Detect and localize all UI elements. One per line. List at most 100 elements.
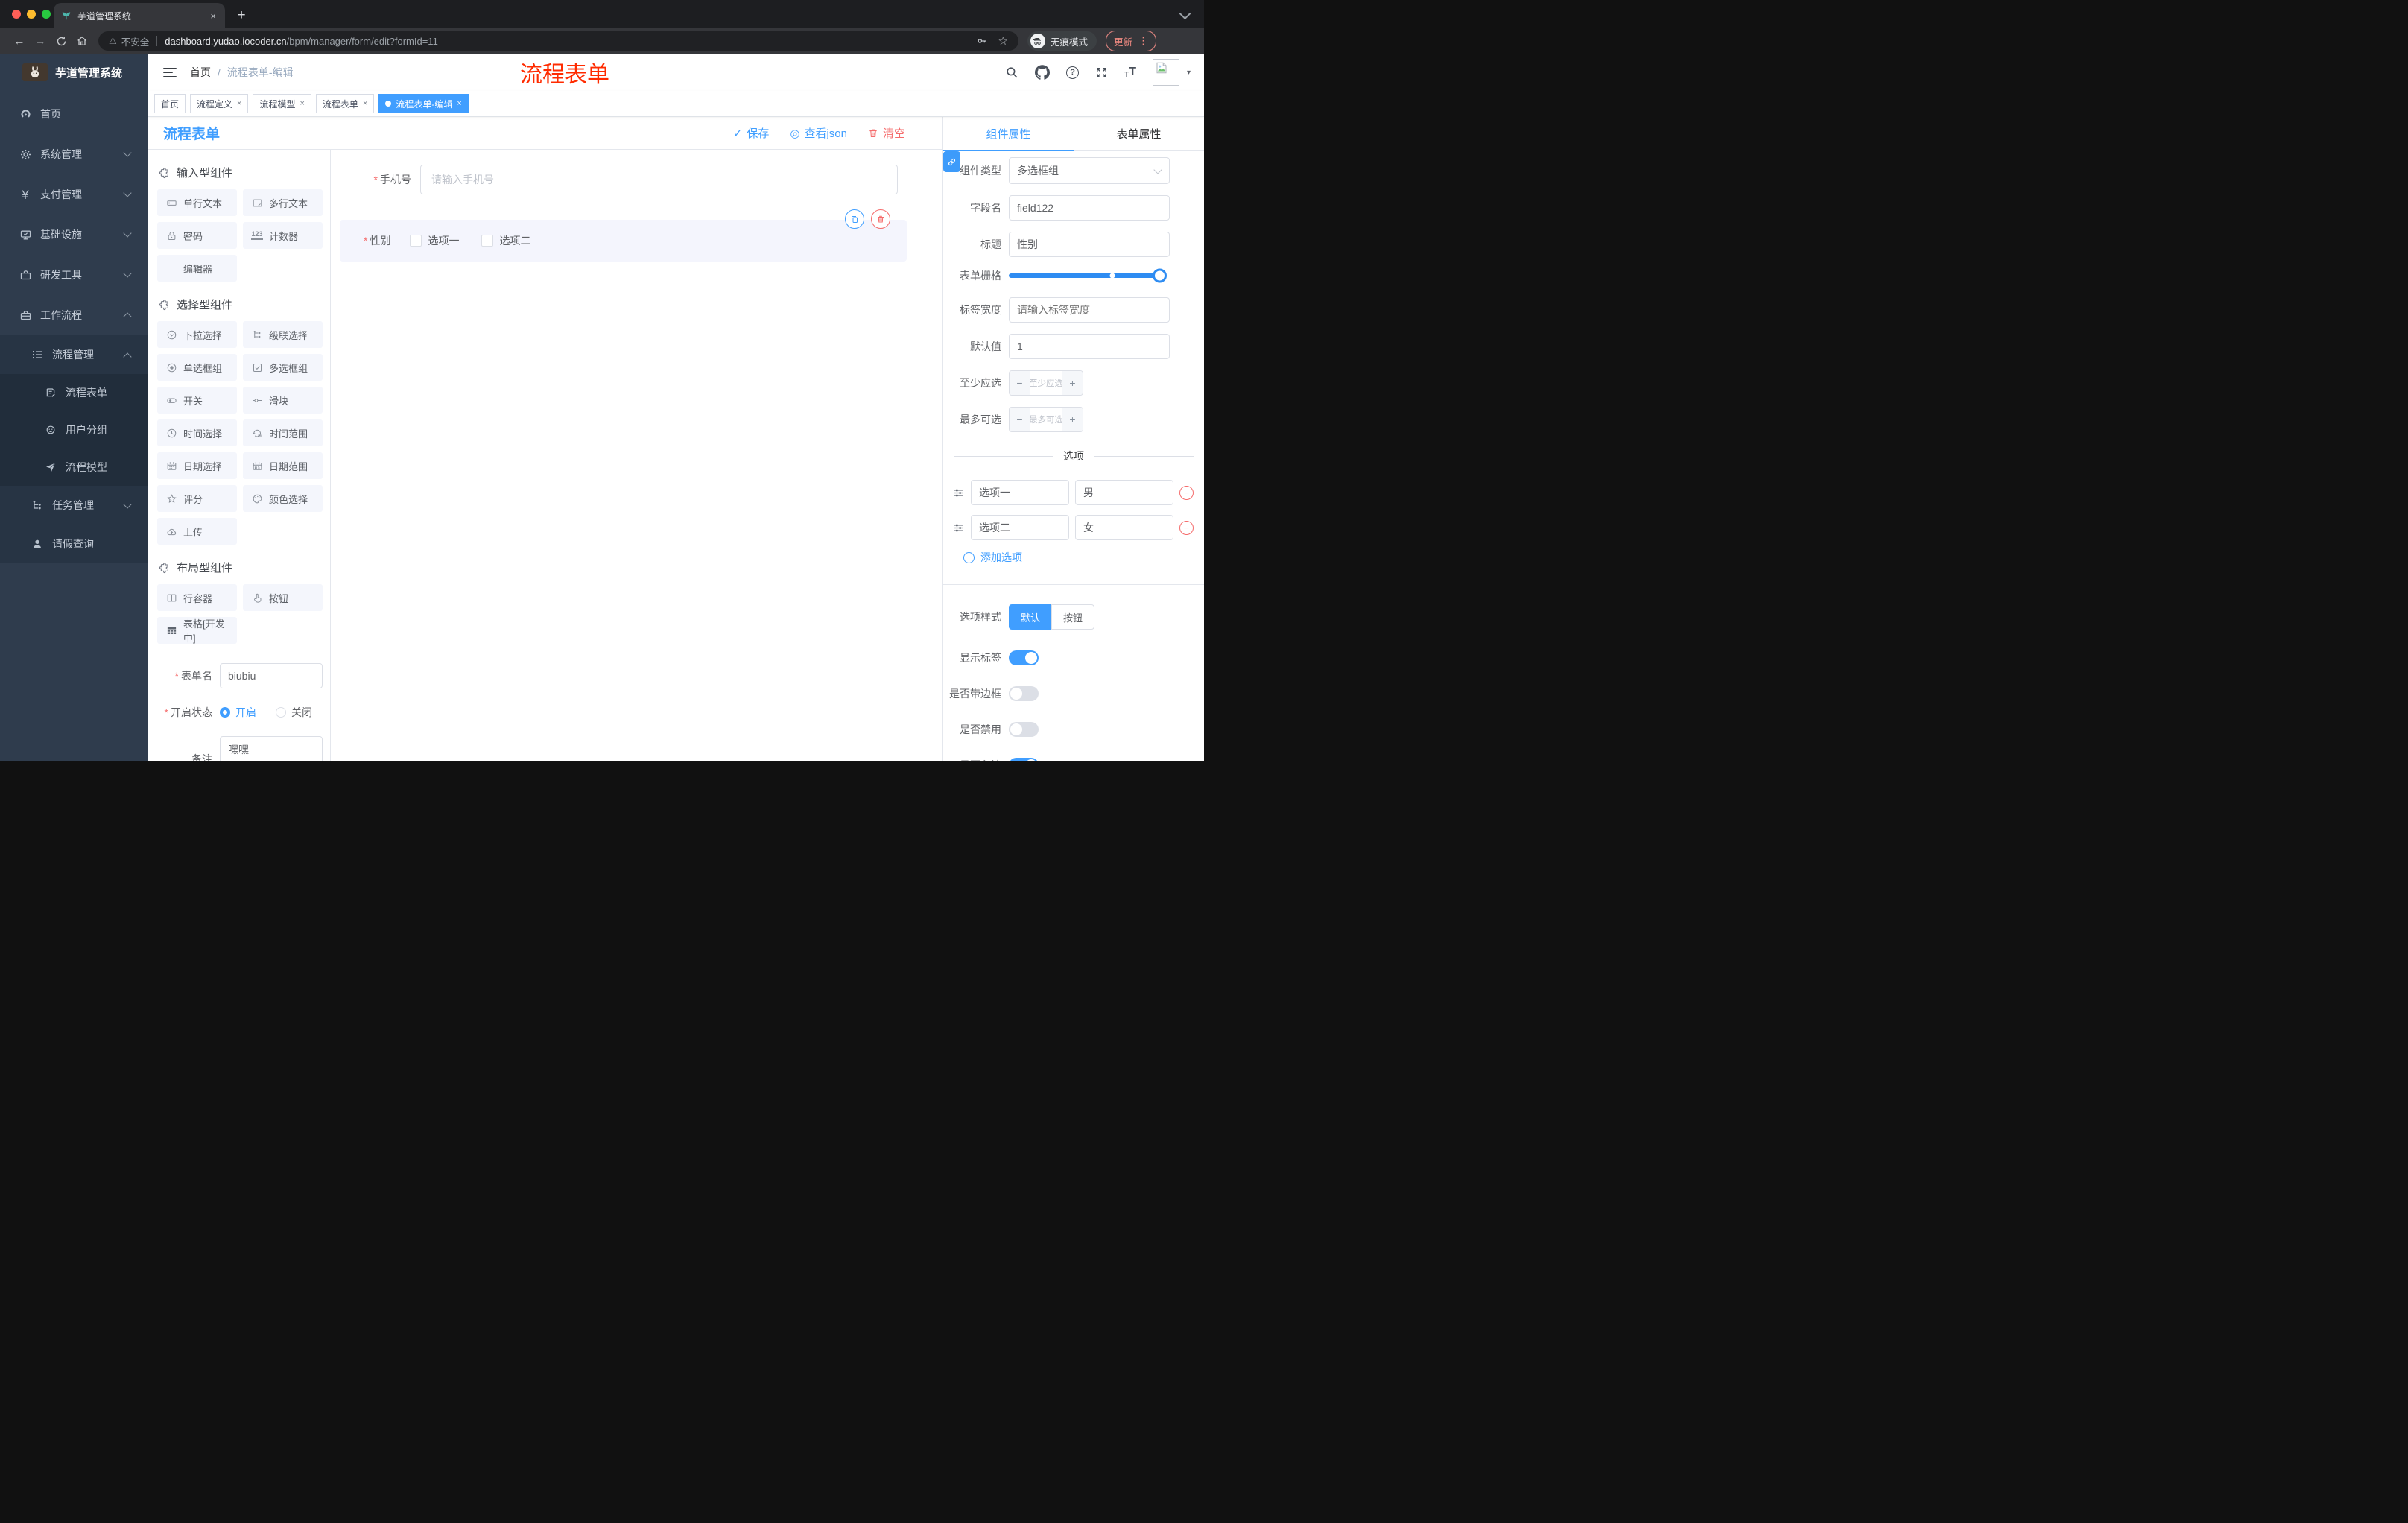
status-radio-on[interactable]: 开启 — [220, 705, 256, 720]
browser-menu-icon[interactable]: ⋮ — [1138, 35, 1148, 47]
max-select-value[interactable]: 最多可选 — [1030, 408, 1062, 431]
tag-close-icon[interactable]: × — [457, 99, 461, 108]
option-value-input[interactable] — [1075, 515, 1173, 540]
checkbox-icon[interactable] — [481, 235, 494, 247]
tag-process-definition[interactable]: 流程定义 × — [190, 94, 249, 113]
palette-item-cascader[interactable]: 级联选择 — [243, 321, 323, 348]
tab-search-chevron-icon[interactable] — [1179, 7, 1191, 20]
tag-close-icon[interactable]: × — [300, 99, 304, 108]
palette-item-row-container[interactable]: 行容器 — [157, 584, 237, 611]
palette-item-select[interactable]: 下拉选择 — [157, 321, 237, 348]
tag-close-icon[interactable]: × — [363, 99, 367, 108]
min-select-value[interactable]: 至少应选 — [1030, 371, 1062, 395]
show-label-toggle[interactable] — [1009, 650, 1039, 665]
sidebar-item-workflow[interactable]: 工作流程 — [0, 295, 148, 335]
url-domain[interactable]: dashboard.yudao.iocoder.cn — [165, 36, 286, 47]
sidebar-item-process-mgmt[interactable]: 流程管理 — [0, 335, 148, 374]
stepper-decrease-button[interactable]: − — [1010, 371, 1030, 395]
canvas-field-phone[interactable]: * 手机号 请输入手机号 — [340, 165, 898, 194]
disabled-toggle[interactable] — [1009, 722, 1039, 737]
address-bar[interactable]: ⚠ 不安全 dashboard.yudao.iocoder.cn /bpm/ma… — [98, 31, 1018, 51]
sidebar-logo[interactable]: 芋道管理系统 — [0, 54, 148, 91]
link-handle-button[interactable] — [943, 151, 960, 172]
zoom-window-button[interactable] — [42, 10, 51, 19]
option-label-input[interactable] — [971, 480, 1069, 505]
gender-option-2[interactable]: 选项二 — [481, 233, 530, 248]
palette-item-multi-text[interactable]: 多行文本 — [243, 189, 323, 216]
close-window-button[interactable] — [12, 10, 21, 19]
label-width-input[interactable] — [1009, 297, 1170, 323]
palette-item-upload[interactable]: 上传 — [157, 518, 237, 545]
sidebar-item-system[interactable]: 系统管理 — [0, 134, 148, 174]
url-path[interactable]: /bpm/manager/form/edit?formId=11 — [287, 36, 438, 47]
sidebar-item-process-form[interactable]: 流程表单 — [0, 374, 148, 411]
form-remark-textarea[interactable]: 嘿嘿 — [220, 736, 323, 762]
palette-item-password[interactable]: 密码 — [157, 222, 237, 249]
tag-home[interactable]: 首页 — [154, 94, 186, 113]
sidebar-item-task-mgmt[interactable]: 任务管理 — [0, 486, 148, 525]
forward-icon[interactable]: → — [30, 35, 51, 48]
avatar[interactable] — [1152, 59, 1179, 86]
help-icon[interactable]: ? — [1066, 66, 1080, 79]
hamburger-icon[interactable] — [160, 65, 180, 80]
stepper-decrease-button[interactable]: − — [1010, 408, 1030, 431]
tag-process-form-edit[interactable]: 流程表单-编辑 × — [378, 94, 469, 113]
password-key-icon[interactable] — [976, 35, 988, 47]
minimize-window-button[interactable] — [27, 10, 36, 19]
border-toggle[interactable] — [1009, 686, 1039, 701]
option-label-input[interactable] — [971, 515, 1069, 540]
canvas-field-gender-selected[interactable]: * 性别 选项一 选项二 — [340, 209, 907, 262]
palette-item-slider[interactable]: 滑块 — [243, 387, 323, 414]
not-secure-label[interactable]: 不安全 — [121, 34, 150, 48]
reload-icon[interactable] — [51, 36, 72, 47]
tab-close-icon[interactable]: × — [209, 10, 218, 22]
component-type-select[interactable]: 多选框组 — [1009, 157, 1170, 184]
new-tab-button[interactable]: + — [231, 5, 252, 26]
drag-handle-icon[interactable] — [952, 522, 965, 534]
palette-item-editor[interactable]: 编辑器 — [157, 255, 237, 282]
delete-component-button[interactable] — [871, 209, 890, 229]
phone-input[interactable]: 请输入手机号 — [420, 165, 898, 194]
style-button-button[interactable]: 按钮 — [1051, 604, 1095, 630]
stepper-increase-button[interactable]: + — [1062, 408, 1083, 431]
font-size-icon[interactable]: TT — [1124, 66, 1136, 79]
sidebar-item-leave-query[interactable]: 请假查询 — [0, 525, 148, 563]
remove-option-button[interactable]: − — [1179, 520, 1194, 535]
palette-item-single-text[interactable]: 单行文本 — [157, 189, 237, 216]
option-value-input[interactable] — [1075, 480, 1173, 505]
tab-form-props[interactable]: 表单属性 — [1074, 117, 1204, 151]
palette-item-color-picker[interactable]: 颜色选择 — [243, 485, 323, 512]
tab-component-props[interactable]: 组件属性 — [943, 117, 1074, 151]
required-toggle[interactable] — [1009, 758, 1039, 762]
add-option-button[interactable]: + 添加选项 — [963, 550, 1204, 565]
clear-button[interactable]: 清空 — [868, 125, 905, 141]
palette-item-date-range[interactable]: 日期范围 — [243, 452, 323, 479]
palette-item-counter[interactable]: 123 计数器 — [243, 222, 323, 249]
gender-option-1[interactable]: 选项一 — [410, 233, 459, 248]
checkbox-icon[interactable] — [410, 235, 422, 247]
sidebar-item-infra[interactable]: 基础设施 — [0, 215, 148, 255]
tag-process-form[interactable]: 流程表单 × — [315, 94, 375, 113]
sidebar-item-user-group[interactable]: 用户分组 — [0, 411, 148, 449]
tag-process-model[interactable]: 流程模型 × — [253, 94, 311, 113]
search-icon[interactable] — [1005, 66, 1018, 79]
github-icon[interactable] — [1035, 65, 1051, 80]
update-label[interactable]: 更新 — [1114, 34, 1132, 48]
breadcrumb-home[interactable]: 首页 — [190, 65, 211, 80]
drag-handle-icon[interactable] — [952, 487, 965, 499]
palette-item-date-picker[interactable]: 日期选择 — [157, 452, 237, 479]
form-grid-slider[interactable] — [1009, 268, 1167, 283]
slider-thumb[interactable] — [1153, 268, 1167, 283]
palette-item-radio-group[interactable]: 单选框组 — [157, 354, 237, 381]
sidebar-item-payment[interactable]: ¥ 支付管理 — [0, 174, 148, 215]
palette-item-time-picker[interactable]: 时间选择 — [157, 419, 237, 446]
style-default-button[interactable]: 默认 — [1009, 604, 1053, 630]
avatar-caret-icon[interactable]: ▾ — [1187, 69, 1191, 77]
default-value-input[interactable] — [1009, 334, 1170, 359]
sidebar-item-process-model[interactable]: 流程模型 — [0, 449, 148, 486]
back-icon[interactable]: ← — [9, 35, 30, 48]
sidebar-item-home[interactable]: 首页 — [0, 94, 148, 134]
palette-item-checkbox-group[interactable]: 多选框组 — [243, 354, 323, 381]
not-secure-warning-icon[interactable]: ⚠ — [109, 36, 117, 46]
save-button[interactable]: ✓ 保存 — [733, 125, 770, 141]
